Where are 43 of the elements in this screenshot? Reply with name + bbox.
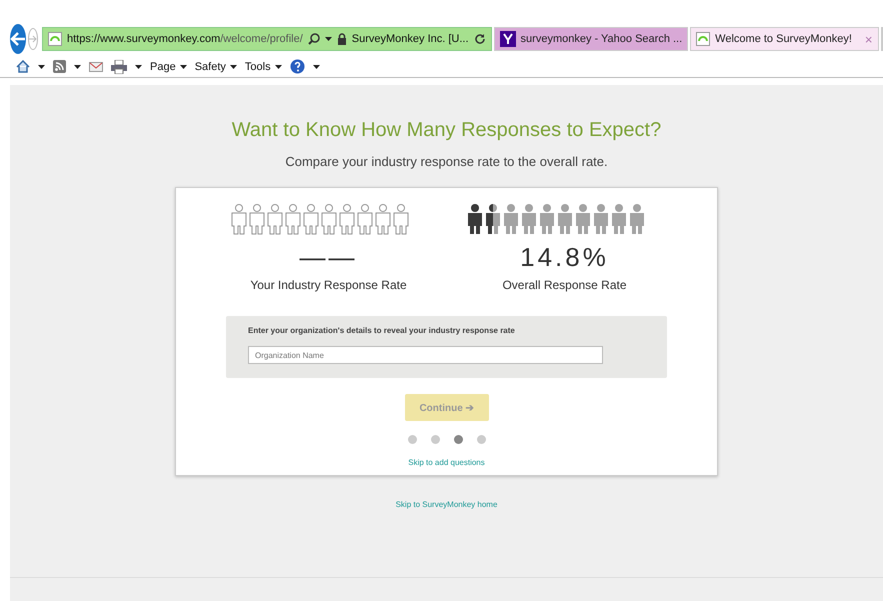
page-icon xyxy=(48,32,62,46)
page-heading: Want to Know How Many Responses to Expect? xyxy=(232,119,662,142)
rate-label: Overall Response Rate xyxy=(502,278,627,292)
rate-label: Your Industry Response Rate xyxy=(250,278,407,292)
lock-icon xyxy=(336,33,347,45)
back-button[interactable] xyxy=(10,24,26,54)
step-dot[interactable] xyxy=(476,435,486,444)
menu-button[interactable]: Page xyxy=(150,60,176,72)
back-arrow-icon xyxy=(10,32,26,46)
menu-button[interactable]: Safety xyxy=(194,60,226,72)
site-identity[interactable]: SurveyMonkey Inc. [U... xyxy=(352,33,469,45)
printer-icon[interactable] xyxy=(111,60,127,74)
organization-name-field[interactable]: Organization Name xyxy=(248,346,603,364)
caret-icon xyxy=(274,64,282,68)
page-icon xyxy=(696,32,710,46)
form-prompt: Enter your organization's details to reveal your industry response rate xyxy=(248,326,516,335)
browser-tab[interactable]: Welcome to SurveyMonkey! × xyxy=(690,27,879,51)
caret-icon xyxy=(324,37,332,41)
page-subheading: Compare your industry response rate to the overall rate. xyxy=(285,154,608,169)
refresh-icon[interactable] xyxy=(474,33,486,45)
yahoo-icon xyxy=(500,31,516,47)
feed-icon[interactable] xyxy=(53,60,66,73)
rate-value: —— xyxy=(300,242,358,274)
address-bar[interactable]: https://www.surveymonkey.com/welcome/profile/ SurveyMonkey Inc. [U... xyxy=(42,27,492,51)
url-text: https://www.surveymonkey.com/welcome/profile/ xyxy=(67,33,303,45)
forward-arrow-icon xyxy=(28,34,38,44)
caret-icon xyxy=(74,64,81,68)
home-icon[interactable] xyxy=(16,60,30,73)
caret-icon xyxy=(180,64,187,68)
search-icon[interactable] xyxy=(308,33,320,45)
step-dot[interactable] xyxy=(408,435,416,444)
help-icon[interactable] xyxy=(290,59,305,74)
caret-icon xyxy=(38,64,45,68)
browser-tab[interactable]: surveymonkey - Yahoo Search ... xyxy=(494,27,688,51)
skip-link[interactable]: Skip to add questions xyxy=(408,458,485,467)
caret-icon xyxy=(312,64,320,68)
caret-icon xyxy=(230,64,237,68)
step-dot[interactable] xyxy=(454,435,462,444)
mail-icon[interactable] xyxy=(89,62,103,72)
caret-icon xyxy=(135,64,142,68)
rate-value: 14.8% xyxy=(520,242,609,274)
step-dot[interactable] xyxy=(430,435,440,444)
menu-button[interactable]: Tools xyxy=(244,60,271,72)
